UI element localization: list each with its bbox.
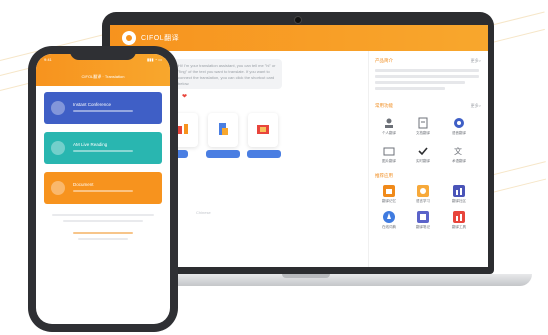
- laptop-notch: [282, 274, 330, 278]
- phone-footer-line: [63, 220, 143, 222]
- chat-icon[interactable]: [417, 185, 429, 197]
- heart-icon: ❤: [182, 94, 188, 100]
- phone-time: 9:41: [44, 57, 52, 62]
- user-icon[interactable]: [383, 117, 395, 129]
- app-header: CIFOL翻译: [110, 25, 488, 51]
- feature-label: 文档翻译: [416, 131, 430, 135]
- document-icon: [51, 181, 65, 195]
- translate-icon[interactable]: 文: [453, 145, 465, 157]
- card-button-3[interactable]: [247, 150, 281, 158]
- phone-notch: [70, 46, 136, 60]
- panel-text-line: [375, 81, 465, 84]
- people-icon: [178, 124, 188, 134]
- phone-card-subline: [73, 110, 133, 112]
- svg-text:文: 文: [454, 146, 462, 156]
- feature-label: 图片翻译: [382, 159, 396, 163]
- phone-footer-line: [78, 238, 128, 240]
- panel-text-line: [375, 75, 479, 78]
- chart-icon[interactable]: [453, 185, 465, 197]
- phone-card-label: AM Live Reading: [73, 142, 108, 147]
- phone-screen: 9:41 ▮▮▮ ◔ ▭ CIFOL翻译 · Translation Insta…: [36, 54, 170, 324]
- feature-label: 翻译社区: [452, 199, 466, 203]
- image-icon[interactable]: [383, 145, 395, 157]
- translate-icon: [257, 125, 269, 134]
- card-button-2[interactable]: [206, 150, 240, 158]
- panel-section3-title: 推荐应用: [375, 173, 393, 178]
- phone-card-subline: [73, 150, 133, 152]
- phone-title: CIFOL翻译 · Translation: [81, 74, 125, 79]
- chat-bubble: Hi! I'm your translation assistant, you …: [172, 59, 282, 89]
- phone-footer-link[interactable]: [73, 232, 133, 234]
- phone-card-conference[interactable]: Instant Conference: [44, 92, 162, 124]
- feature-label: 语音翻译: [452, 131, 466, 135]
- headset-icon[interactable]: [453, 117, 465, 129]
- shortcut-card-translate[interactable]: [248, 113, 278, 147]
- phone-card-document[interactable]: Document: [44, 172, 162, 204]
- panel-section2-title: 常用功能: [375, 103, 393, 108]
- phone-card-subline: [73, 190, 133, 192]
- calendar-icon[interactable]: [383, 185, 395, 197]
- file-icon[interactable]: [417, 117, 429, 129]
- check-icon[interactable]: [417, 145, 429, 157]
- phone-card-label: Instant Conference: [73, 102, 112, 107]
- feature-label: 翻译笔记: [416, 225, 430, 229]
- feature-label: 语言学习: [416, 199, 430, 203]
- panel-section2-more[interactable]: 更多>: [471, 103, 481, 109]
- phone-footer-line: [52, 214, 154, 216]
- right-panel: 产品简介 更多> 常用功能 更多> 个人翻译 文档翻译 语音翻译 文 图片翻译 …: [368, 51, 488, 267]
- phone-status-icons: ▮▮▮ ◔ ▭: [146, 57, 162, 62]
- panel-section1-more[interactable]: 更多>: [471, 58, 481, 64]
- feature-label: 术语翻译: [452, 159, 466, 163]
- shortcut-card-document[interactable]: [208, 113, 238, 147]
- input-hint[interactable]: Chinese: [196, 210, 211, 215]
- feature-label: 在线词典: [382, 225, 396, 229]
- phone-card-reading[interactable]: AM Live Reading: [44, 132, 162, 164]
- feature-label: 个人翻译: [382, 131, 396, 135]
- feature-label: 实时翻译: [416, 159, 430, 163]
- app-logo: [122, 31, 136, 45]
- panel-text-line: [375, 69, 479, 72]
- book-icon[interactable]: [417, 211, 429, 223]
- panel-section1-title: 产品简介: [375, 58, 393, 63]
- panel-text-line: [375, 87, 445, 90]
- reading-icon: [51, 141, 65, 155]
- conference-icon: [51, 101, 65, 115]
- feature-label: 翻译工具: [452, 225, 466, 229]
- compass-icon[interactable]: [383, 211, 395, 223]
- feature-label: 翻译记忆: [382, 199, 396, 203]
- bar-chart-icon[interactable]: [453, 211, 465, 223]
- phone-card-label: Document: [73, 182, 94, 187]
- laptop-camera: [294, 16, 302, 24]
- document-icon: [219, 123, 228, 135]
- app-title: CIFOL翻译: [141, 35, 180, 42]
